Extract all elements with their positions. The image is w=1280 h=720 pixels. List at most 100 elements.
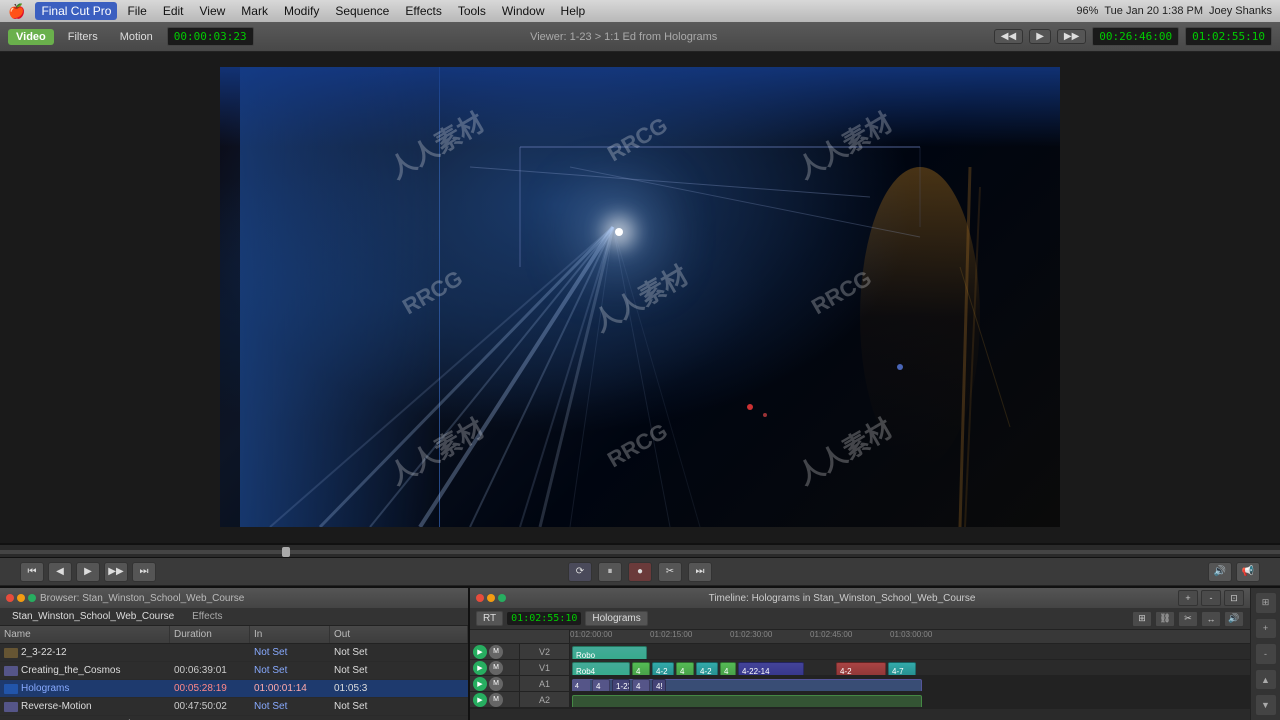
btn-play[interactable]: ▶: [76, 562, 100, 582]
v1-clip-4-2c[interactable]: 4-2: [836, 662, 886, 675]
v2-mute-btn[interactable]: M: [489, 645, 503, 659]
close-button[interactable]: [6, 594, 14, 602]
apple-logo-icon[interactable]: 🍎: [8, 3, 25, 20]
tl-fit[interactable]: ⊡: [1224, 590, 1244, 606]
menu-app-name[interactable]: Final Cut Pro: [35, 2, 117, 20]
menu-view[interactable]: View: [194, 2, 232, 20]
v1-clip-4b[interactable]: 4: [676, 662, 694, 675]
timecode-left[interactable]: 00:00:03:23: [167, 27, 254, 46]
tl-zoom-out[interactable]: -: [1201, 590, 1221, 606]
col-header-in[interactable]: In: [250, 626, 330, 643]
toolbar-btn-3[interactable]: ▶▶: [1057, 29, 1086, 44]
tl-timecode[interactable]: 01:02:55:10: [507, 612, 581, 625]
btn-loop[interactable]: ⟳: [568, 562, 592, 582]
timeline-scrollbar[interactable]: [470, 708, 1250, 720]
a1-mute-btn[interactable]: M: [489, 677, 503, 691]
btn-clip[interactable]: ✂: [658, 562, 682, 582]
tl-min-btn[interactable]: [487, 594, 495, 602]
tl-snapping[interactable]: ⊞: [1132, 611, 1152, 627]
sidebar-btn-3[interactable]: -: [1255, 643, 1277, 665]
timeline-tracks: ▶ M V2 Robo ▶ M V1 Rob4: [470, 644, 1250, 708]
btn-vol-up[interactable]: 📢: [1236, 562, 1260, 582]
menu-mark[interactable]: Mark: [235, 2, 274, 20]
tl-zoom-in[interactable]: +: [1178, 590, 1198, 606]
maximize-button[interactable]: [28, 594, 36, 602]
menu-effects[interactable]: Effects: [399, 2, 447, 20]
menu-modify[interactable]: Modify: [278, 2, 325, 20]
sidebar-btn-1[interactable]: ⊞: [1255, 592, 1277, 614]
tl-rt-label[interactable]: RT: [476, 611, 503, 626]
browser-row-2[interactable]: Holograms 00:05:28:19 01:00:01:14 01:05:…: [0, 680, 468, 698]
sidebar-btn-4[interactable]: ▲: [1255, 669, 1277, 691]
browser-breadcrumb[interactable]: Stan_Winston_School_Web_Course: [4, 610, 182, 623]
tl-link[interactable]: ⛓: [1155, 611, 1175, 627]
col-header-name[interactable]: Name: [0, 626, 170, 643]
a2-enable-btn[interactable]: ▶: [473, 693, 487, 707]
v1-clip-4-2b[interactable]: 4-2: [696, 662, 718, 675]
btn-step-fwd[interactable]: ▶▶: [104, 562, 128, 582]
btn-rewind[interactable]: ⏮: [20, 562, 44, 582]
btn-pause[interactable]: ⏸: [598, 562, 622, 582]
v1-clip-4-7[interactable]: 4-7: [888, 662, 916, 675]
tab-filters[interactable]: Filters: [60, 29, 106, 45]
v1-clip-rob4[interactable]: Rob4: [572, 662, 630, 675]
menu-file[interactable]: File: [121, 2, 152, 20]
sidebar-btn-5[interactable]: ▼: [1255, 694, 1277, 716]
tab-video[interactable]: Video: [8, 29, 54, 45]
v2-enable-btn[interactable]: ▶: [473, 645, 487, 659]
track-a1-label: A1: [520, 676, 570, 691]
a1-clip-small-4[interactable]: 4: [632, 679, 650, 691]
tl-vol[interactable]: 🔊: [1224, 611, 1244, 627]
menu-tools[interactable]: Tools: [452, 2, 492, 20]
menu-help[interactable]: Help: [555, 2, 592, 20]
v1-mute-btn[interactable]: M: [489, 661, 503, 675]
viewer-area: 人人素材 RRCG 人人素材 RRCG 人人素材 RRCG 人人素材 RRCG …: [0, 52, 1280, 545]
btn-jump[interactable]: ⏭: [688, 562, 712, 582]
v1-clip-4-2a[interactable]: 4-2: [652, 662, 674, 675]
tl-max-btn[interactable]: [498, 594, 506, 602]
tl-sequence-name[interactable]: Holograms: [585, 611, 647, 626]
col-header-out[interactable]: Out: [330, 626, 468, 643]
a1-enable-btn[interactable]: ▶: [473, 677, 487, 691]
menu-sequence[interactable]: Sequence: [329, 2, 395, 20]
track-v1-content[interactable]: Rob4 4 4-2 4 4-2 4 4-22-14 4-2 4-7: [570, 660, 1250, 675]
v1-clip-4-22-14[interactable]: 4-22-14: [738, 662, 804, 675]
a1-clip-small-3[interactable]: 1-23: [612, 679, 630, 691]
a1-clip-small-5[interactable]: 4!: [652, 679, 666, 691]
btn-ffwd[interactable]: ⏭: [132, 562, 156, 582]
menu-edit[interactable]: Edit: [157, 2, 190, 20]
toolbar-btn-2[interactable]: ▶: [1029, 29, 1051, 44]
v1-clip-4c[interactable]: 4: [720, 662, 736, 675]
menu-window[interactable]: Window: [496, 2, 551, 20]
btn-speaker[interactable]: 🔊: [1208, 562, 1232, 582]
tl-blade[interactable]: ✂: [1178, 611, 1198, 627]
tl-nudge[interactable]: ↔: [1201, 611, 1221, 627]
scrubber-handle[interactable]: [282, 547, 290, 557]
a2-clip[interactable]: [572, 695, 922, 707]
browser-row-3[interactable]: Reverse-Motion 00:47:50:02 Not Set Not S…: [0, 698, 468, 716]
tl-close-btn[interactable]: [476, 594, 484, 602]
track-a1-content[interactable]: 4 4 1-23 4 4!: [570, 676, 1250, 691]
a1-clip-small-2[interactable]: 4: [592, 679, 610, 691]
sidebar-btn-2[interactable]: +: [1255, 618, 1277, 640]
v2-clip-robo[interactable]: Robo: [572, 646, 647, 659]
tab-motion[interactable]: Motion: [112, 29, 161, 45]
browser-row-1[interactable]: Creating_the_Cosmos 00:06:39:01 Not Set …: [0, 662, 468, 680]
toolbar-btn-1[interactable]: ◀◀: [994, 29, 1023, 44]
a2-mute-btn[interactable]: M: [489, 693, 503, 707]
btn-record[interactable]: ●: [628, 562, 652, 582]
track-v2-content[interactable]: Robo: [570, 644, 1250, 659]
minimize-button[interactable]: [17, 594, 25, 602]
video-preview[interactable]: 人人素材 RRCG 人人素材 RRCG 人人素材 RRCG 人人素材 RRCG …: [220, 67, 1060, 527]
browser-row-4[interactable]: STAR_WARS_Stop-Motion_LT 00:04:27:06 Not…: [0, 716, 468, 720]
v1-clip-4a[interactable]: 4: [632, 662, 650, 675]
browser-rows: 2_3-22-12 Not Set Not Set Creating_the_C…: [0, 644, 468, 720]
scrubber-area[interactable]: [0, 545, 1280, 558]
tab-effects[interactable]: Effects: [184, 610, 230, 623]
v1-enable-btn[interactable]: ▶: [473, 661, 487, 675]
col-header-duration[interactable]: Duration: [170, 626, 250, 643]
browser-row-0[interactable]: 2_3-22-12 Not Set Not Set: [0, 644, 468, 662]
a1-clip-small-1[interactable]: 4: [572, 679, 590, 691]
btn-step-back[interactable]: ◀: [48, 562, 72, 582]
track-a2-content[interactable]: [570, 692, 1250, 707]
